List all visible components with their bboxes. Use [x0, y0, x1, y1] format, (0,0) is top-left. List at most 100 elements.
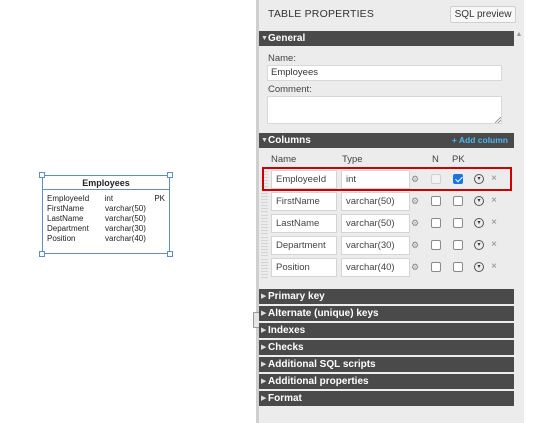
- section-alternate-keys-header[interactable]: ▶ Alternate (unique) keys: [259, 306, 514, 321]
- close-icon[interactable]: ×: [489, 238, 499, 252]
- entity-row-key: [155, 204, 165, 214]
- resize-grip-icon[interactable]: [495, 117, 501, 123]
- nullable-checkbox[interactable]: [431, 262, 441, 272]
- column-row: Position varchar(40) ⚙ ▾ ×: [261, 257, 514, 279]
- drag-handle-icon[interactable]: [261, 193, 268, 212]
- entity-row-name: LastName: [47, 214, 84, 223]
- entity-employees[interactable]: Employees EmployeeId int PK FirstName va…: [42, 175, 170, 254]
- panel-scrollbar[interactable]: ▲: [514, 29, 524, 423]
- col-header-type: Type: [342, 154, 363, 165]
- row-menu-icon[interactable]: ▾: [474, 196, 484, 206]
- resize-handle-top-right[interactable]: [167, 172, 173, 178]
- row-menu-icon[interactable]: ▾: [474, 262, 484, 272]
- section-columns-header[interactable]: ▼Columns + Add column: [259, 133, 514, 148]
- column-name-input[interactable]: LastName: [271, 214, 337, 233]
- row-menu-icon[interactable]: ▾: [474, 218, 484, 228]
- pk-checkbox[interactable]: [453, 262, 463, 272]
- gear-icon[interactable]: ⚙: [409, 214, 421, 233]
- comment-label: Comment:: [268, 84, 312, 95]
- column-type-input[interactable]: varchar(50): [341, 192, 410, 211]
- section-label: Indexes: [268, 325, 306, 336]
- close-icon[interactable]: ×: [489, 194, 499, 208]
- gear-icon[interactable]: ⚙: [409, 236, 421, 255]
- resize-handle-bottom-left[interactable]: [39, 251, 45, 257]
- section-sql-scripts-header[interactable]: ▶ Additional SQL scripts: [259, 357, 514, 372]
- resize-handle-bottom-right[interactable]: [167, 251, 173, 257]
- triangle-right-icon: ▶: [261, 361, 267, 368]
- col-header-n: N: [432, 154, 439, 165]
- nullable-checkbox[interactable]: [431, 240, 441, 250]
- drag-handle-icon[interactable]: [261, 215, 268, 234]
- panel-title: TABLE PROPERTIES: [268, 8, 375, 20]
- column-name-input[interactable]: Position: [271, 258, 337, 277]
- triangle-right-icon: ▶: [261, 293, 267, 300]
- name-input[interactable]: Employees: [267, 65, 502, 81]
- row-menu-icon[interactable]: ▾: [474, 240, 484, 250]
- column-type-input[interactable]: varchar(50): [341, 214, 410, 233]
- column-row: FirstName varchar(50) ⚙ ▾ ×: [261, 191, 514, 213]
- section-label: General: [268, 33, 306, 44]
- drag-handle-icon[interactable]: [261, 259, 268, 278]
- triangle-right-icon: ▶: [261, 395, 267, 402]
- entity-title: Employees: [43, 176, 169, 190]
- section-label: Checks: [268, 342, 304, 353]
- nullable-checkbox[interactable]: [431, 196, 441, 206]
- section-checks-header[interactable]: ▶ Checks: [259, 340, 514, 355]
- column-type-input[interactable]: varchar(30): [341, 236, 410, 255]
- add-column-link[interactable]: + Add column: [452, 133, 508, 148]
- panel-header: TABLE PROPERTIES SQL preview: [259, 0, 524, 29]
- right-margin: [524, 0, 554, 423]
- column-type-input[interactable]: varchar(40): [341, 258, 410, 277]
- gear-icon[interactable]: ⚙: [409, 258, 421, 277]
- column-row: Department varchar(30) ⚙ ▾ ×: [261, 235, 514, 257]
- table-properties-panel: TABLE PROPERTIES SQL preview ▼General Na…: [259, 0, 524, 423]
- entity-row-type: varchar(50): [105, 204, 146, 213]
- name-label: Name:: [268, 53, 296, 64]
- entity-row: EmployeeId int PK: [47, 194, 165, 204]
- sql-preview-button[interactable]: SQL preview: [450, 6, 516, 23]
- entity-row-type: int: [104, 194, 114, 203]
- pk-checkbox[interactable]: [453, 196, 463, 206]
- entity-row-name: FirstName: [47, 204, 84, 213]
- entity-row-key: [155, 224, 165, 234]
- section-additional-properties-header[interactable]: ▶ Additional properties: [259, 374, 514, 389]
- comment-textarea[interactable]: [267, 96, 502, 124]
- col-header-name: Name: [271, 154, 297, 165]
- entity-row-name: Position: [47, 234, 76, 243]
- entity-row-key: [155, 214, 165, 224]
- close-icon[interactable]: ×: [489, 260, 499, 274]
- triangle-right-icon: ▶: [261, 344, 267, 351]
- entity-row-name: Department: [47, 224, 89, 233]
- section-label: Columns: [268, 135, 311, 146]
- section-label: Primary key: [268, 291, 325, 302]
- section-indexes-header[interactable]: ▶ Indexes: [259, 323, 514, 338]
- column-row: LastName varchar(50) ⚙ ▾ ×: [261, 213, 514, 235]
- section-primary-key-header[interactable]: ▶ Primary key: [259, 289, 514, 304]
- column-name-input[interactable]: Department: [271, 236, 337, 255]
- triangle-right-icon: ▶: [261, 327, 267, 334]
- scroll-up-icon[interactable]: ▲: [514, 31, 524, 38]
- drag-handle-icon[interactable]: [261, 237, 268, 256]
- entity-row-type: varchar(30): [105, 224, 146, 233]
- entity-row: Position varchar(40): [47, 234, 165, 244]
- diagram-canvas[interactable]: Employees EmployeeId int PK FirstName va…: [0, 0, 256, 423]
- entity-row: LastName varchar(50): [47, 214, 165, 224]
- section-format-header[interactable]: ▶ Format: [259, 391, 514, 406]
- entity-row-type: varchar(40): [105, 234, 146, 243]
- section-general-header[interactable]: ▼General: [259, 31, 514, 46]
- selected-row-highlight: [262, 167, 512, 191]
- close-icon[interactable]: ×: [489, 216, 499, 230]
- pk-checkbox[interactable]: [453, 240, 463, 250]
- section-label: Additional SQL scripts: [268, 359, 376, 370]
- triangle-right-icon: ▶: [261, 378, 267, 385]
- entity-row: FirstName varchar(50): [47, 204, 165, 214]
- entity-row-type: varchar(50): [105, 214, 146, 223]
- entity-row-key: PK: [154, 194, 165, 203]
- column-name-input[interactable]: FirstName: [271, 192, 337, 211]
- entity-row: Department varchar(30): [47, 224, 165, 234]
- pk-checkbox[interactable]: [453, 218, 463, 228]
- gear-icon[interactable]: ⚙: [409, 192, 421, 211]
- triangle-down-icon: ▼: [261, 137, 268, 144]
- nullable-checkbox[interactable]: [431, 218, 441, 228]
- resize-handle-top-left[interactable]: [39, 172, 45, 178]
